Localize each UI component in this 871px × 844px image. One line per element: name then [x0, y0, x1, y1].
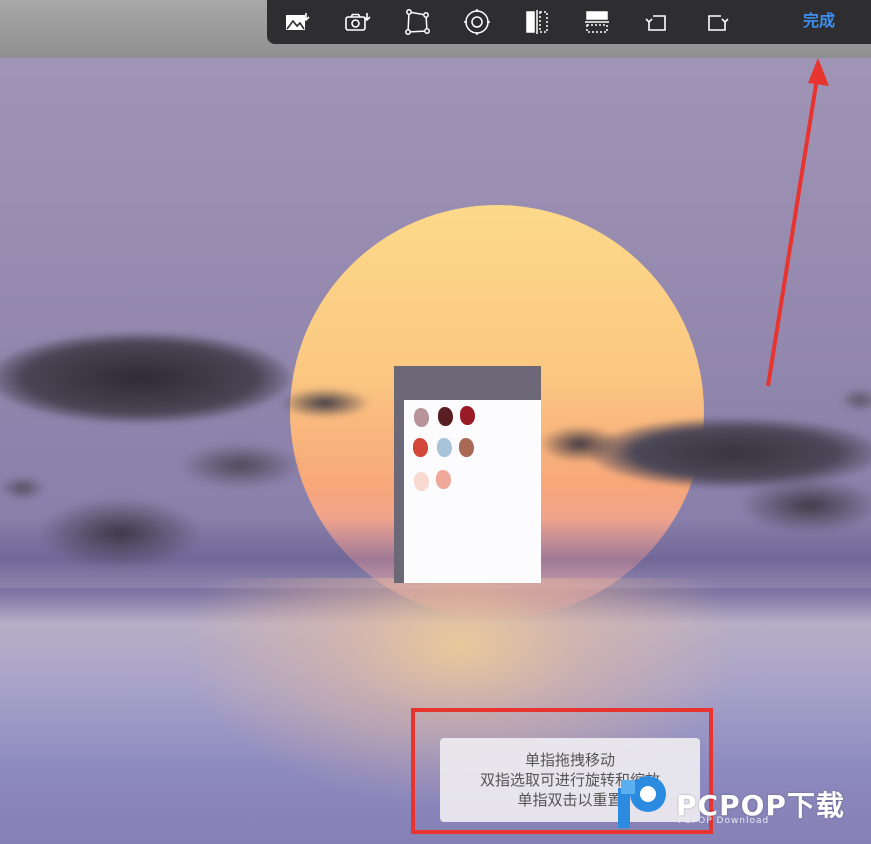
watermark: PCPOP下载 PCPOP Download [612, 770, 871, 834]
done-button[interactable]: 完成 [803, 0, 835, 44]
flip-horizontal-icon [526, 10, 548, 34]
cloud-artwork [280, 388, 370, 418]
flip-horizontal-button[interactable] [507, 0, 567, 44]
insert-photo-icon [345, 13, 371, 31]
cloud-artwork [740, 478, 871, 533]
color-swatch [413, 438, 428, 457]
color-swatch [460, 406, 475, 425]
rotate-center-icon [464, 9, 490, 35]
rotate-right-button[interactable] [687, 0, 747, 44]
flip-vertical-icon [585, 11, 609, 33]
pcpop-logo-icon [618, 776, 666, 828]
color-palette-card [404, 400, 541, 583]
cloud-artwork [840, 388, 871, 412]
reference-image-panel[interactable] [394, 366, 541, 583]
rotate-left-icon [645, 15, 666, 31]
color-swatch [436, 470, 451, 489]
color-swatch [437, 438, 452, 457]
rotate-center-button[interactable] [447, 0, 507, 44]
insert-image-button[interactable] [267, 0, 327, 44]
cloud-artwork [0, 333, 290, 423]
color-swatch [459, 438, 474, 457]
cloud-artwork [590, 418, 871, 488]
insert-image-icon [286, 13, 310, 30]
rotate-right-icon [708, 15, 729, 31]
color-swatch [414, 472, 429, 491]
watermark-subtitle: PCPOP Download [678, 816, 770, 826]
free-transform-button[interactable] [387, 0, 447, 44]
flip-vertical-button[interactable] [567, 0, 627, 44]
color-swatch [414, 408, 429, 427]
color-swatch [438, 407, 453, 426]
rotate-left-button[interactable] [627, 0, 687, 44]
cloud-artwork [40, 498, 200, 568]
free-transform-icon [405, 9, 430, 35]
insert-photo-button[interactable] [327, 0, 387, 44]
transform-toolbar: 完成 [267, 0, 871, 44]
cloud-artwork [0, 476, 45, 500]
cloud-artwork [180, 443, 300, 488]
